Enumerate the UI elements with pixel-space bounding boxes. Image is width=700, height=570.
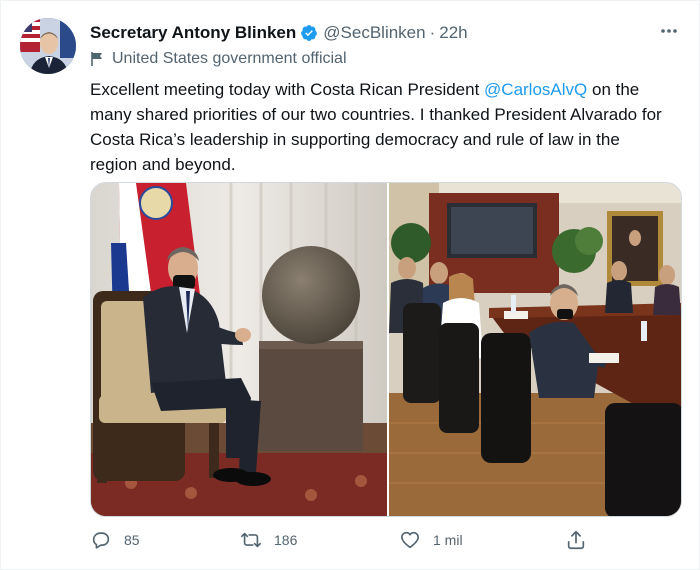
retweet-icon	[241, 532, 261, 548]
heart-icon	[401, 531, 419, 549]
tweet-text-part: Excellent meeting today with Costa Rican…	[90, 80, 485, 99]
mention-link[interactable]: @CarlosAlvQ	[484, 80, 587, 99]
avatar-image	[20, 18, 76, 74]
reply-button[interactable]: 85	[90, 529, 140, 551]
tweet-media	[90, 182, 682, 517]
like-button[interactable]: 1 mil	[399, 529, 463, 551]
tweet-actions: 85 186 1 mil	[90, 529, 590, 557]
separator-dot: ·	[429, 23, 436, 42]
tweet-card[interactable]: Secretary Antony Blinken @SecBlinken · 2…	[0, 0, 700, 570]
photo-meeting-seated[interactable]	[91, 183, 387, 516]
government-label-text: United States government official	[112, 50, 347, 67]
author-name[interactable]: Secretary Antony Blinken	[90, 23, 296, 43]
retweet-button[interactable]: 186	[240, 529, 297, 551]
photo-meeting-seated-image	[91, 183, 387, 516]
flag-icon	[91, 52, 102, 66]
share-icon	[567, 530, 585, 550]
photo-meeting-table[interactable]	[389, 183, 681, 516]
more-options-icon[interactable]	[659, 21, 679, 46]
verified-badge-icon	[301, 25, 318, 41]
photo-meeting-table-image	[389, 183, 681, 516]
reply-count: 85	[124, 532, 140, 548]
reply-icon	[92, 532, 110, 549]
government-label[interactable]: United States government official	[90, 48, 347, 70]
tweet-header: Secretary Antony Blinken @SecBlinken · 2…	[90, 21, 679, 45]
retweet-count: 186	[274, 532, 298, 548]
tweet-timestamp[interactable]: 22h	[439, 23, 467, 43]
tweet-text: Excellent meeting today with Costa Rican…	[90, 77, 670, 177]
like-count: 1 mil	[433, 532, 463, 548]
avatar[interactable]	[20, 18, 76, 74]
share-button[interactable]	[565, 529, 587, 551]
author-handle[interactable]: @SecBlinken	[323, 23, 425, 43]
